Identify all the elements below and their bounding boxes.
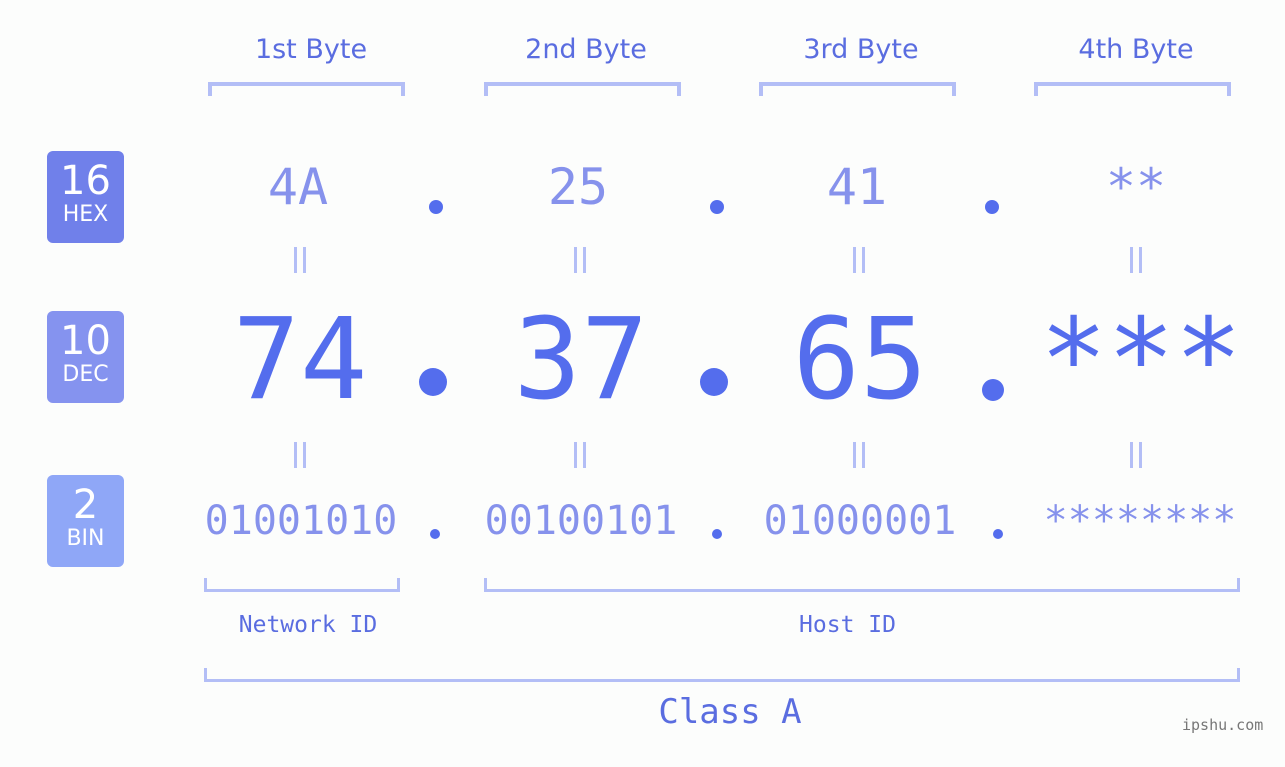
byte-header-4: 4th Byte <box>1078 34 1194 65</box>
hex-octet-1: 4A <box>267 158 329 216</box>
dec-octet-2: 37 <box>513 295 649 425</box>
dec-separator-dot <box>419 368 447 396</box>
bin-label: BIN <box>66 526 105 551</box>
bin-base: 2 <box>72 482 99 528</box>
equals-icon <box>292 247 306 273</box>
dec-octet-3: 65 <box>792 295 928 425</box>
hex-badge: 16 HEX <box>47 151 124 243</box>
byte-header-3: 3rd Byte <box>803 34 919 65</box>
equals-icon <box>292 442 306 468</box>
hex-separator-dot <box>710 200 724 214</box>
class-bracket <box>204 668 1240 682</box>
equals-icon <box>851 247 865 273</box>
dec-separator-dot <box>982 379 1004 401</box>
bin-separator-dot <box>430 529 440 539</box>
hex-octet-3: 41 <box>826 158 888 216</box>
dec-octet-1: 74 <box>232 295 368 425</box>
hex-octet-4: ** <box>1105 158 1167 216</box>
hex-separator-dot <box>429 200 443 214</box>
dec-base: 10 <box>60 318 111 364</box>
equals-icon <box>1128 442 1142 468</box>
equals-icon <box>851 442 865 468</box>
dec-octet-4: *** <box>1039 295 1243 425</box>
byte-header-1: 1st Byte <box>254 34 368 65</box>
bin-octet-3: 01000001 <box>763 498 957 544</box>
equals-icon <box>572 247 586 273</box>
bin-separator-dot <box>993 529 1003 539</box>
dec-separator-dot <box>700 368 728 396</box>
bin-separator-dot <box>712 529 722 539</box>
bin-badge: 2 BIN <box>47 475 124 567</box>
byte-bracket-3 <box>759 82 956 96</box>
bin-octet-2: 00100101 <box>484 498 678 544</box>
equals-icon <box>1128 247 1142 273</box>
byte-header-2: 2nd Byte <box>525 34 647 65</box>
hex-octet-2: 25 <box>547 158 609 216</box>
bin-octet-1: 01001010 <box>204 498 398 544</box>
byte-bracket-1 <box>208 82 405 96</box>
bin-octet-4: ******** <box>1043 498 1237 544</box>
dec-badge: 10 DEC <box>47 311 124 403</box>
hex-separator-dot <box>985 200 999 214</box>
watermark: ipshu.com <box>1182 716 1264 734</box>
equals-icon <box>572 442 586 468</box>
hex-label: HEX <box>62 202 109 227</box>
host-id-label: Host ID <box>799 612 896 638</box>
network-id-label: Network ID <box>238 612 378 638</box>
host-id-bracket <box>484 578 1240 592</box>
class-label: Class A <box>658 692 802 732</box>
dec-label: DEC <box>62 362 109 387</box>
byte-bracket-4 <box>1034 82 1231 96</box>
network-id-bracket <box>204 578 400 592</box>
hex-base: 16 <box>60 158 111 204</box>
byte-bracket-2 <box>484 82 681 96</box>
